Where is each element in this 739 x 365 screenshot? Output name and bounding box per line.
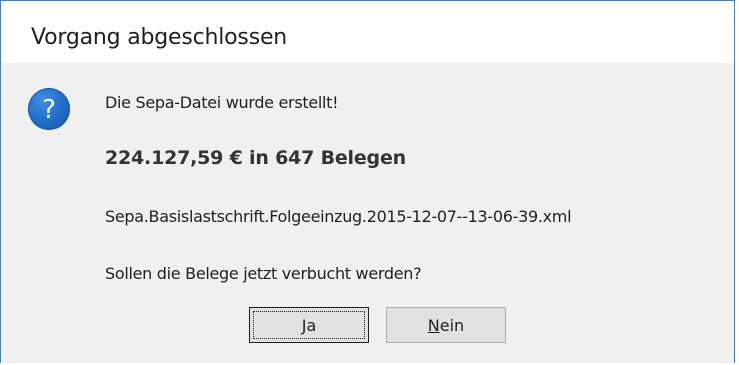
- no-button[interactable]: Nein: [386, 307, 506, 343]
- yes-button[interactable]: Ja: [249, 307, 369, 343]
- dialog-title: Vorgang abgeschlossen: [31, 25, 288, 50]
- no-button-label: Nein: [427, 315, 465, 335]
- focus-rectangle: [253, 311, 365, 339]
- dialog-window: Vorgang abgeschlossen ? Die Sepa-Datei w…: [0, 0, 735, 363]
- message-filename: Sepa.Basislastschrift.Folgeeinzug.2015-1…: [105, 207, 572, 226]
- dialog-content: ? Die Sepa-Datei wurde erstellt! 224.127…: [1, 63, 734, 363]
- question-glyph: ?: [42, 94, 56, 125]
- question-icon: ?: [28, 88, 70, 130]
- message-summary: 224.127,59 € in 647 Belegen: [105, 147, 406, 169]
- message-question: Sollen die Belege jetzt verbucht werden?: [105, 264, 422, 283]
- message-created: Die Sepa-Datei wurde erstellt!: [105, 93, 339, 112]
